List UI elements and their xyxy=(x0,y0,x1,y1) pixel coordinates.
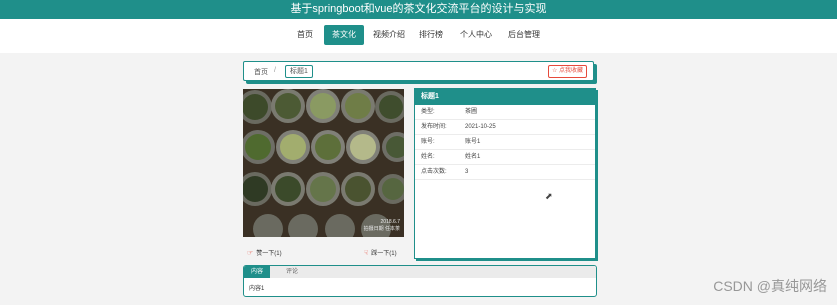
tea-tins-photo xyxy=(243,89,404,237)
tab-content[interactable]: 内容 xyxy=(244,266,271,278)
vote-bar: ☞ 赞一下(1) ☟ 踩一下(1) xyxy=(243,245,404,259)
breadcrumb-home[interactable]: 首页 xyxy=(254,67,268,77)
detail-panel: 标题1 类型: 茶圃 发布时间: 2021-10-25 账号: 账号1 姓名: 姓名1 … xyxy=(414,88,596,259)
main-nav: 首页 茶文化 视频介绍 排行榜 个人中心 后台管理 xyxy=(0,25,837,47)
detail-row-name: 姓名: 姓名1 xyxy=(415,150,595,165)
detail-row-type: 类型: 茶圃 xyxy=(415,105,595,120)
nav-item-home[interactable]: 首页 xyxy=(290,25,320,45)
image-caption: 2018.6.7 拍摄日期 任本茶 xyxy=(364,219,400,233)
detail-row-date: 发布时间: 2021-10-25 xyxy=(415,120,595,135)
nav-item-admin[interactable]: 后台管理 xyxy=(503,25,545,45)
like-label: 赞一下(1) xyxy=(256,251,282,257)
detail-row-account: 账号: 账号1 xyxy=(415,135,595,150)
detail-key: 发布时间: xyxy=(421,124,447,130)
detail-key: 姓名: xyxy=(421,154,435,160)
detail-key: 点击次数: xyxy=(421,169,447,175)
site-header-title: 基于springboot和vue的茶文化交流平台的设计与实现 xyxy=(0,0,837,19)
mouse-cursor-icon: ⬈ xyxy=(545,191,553,201)
nav-item-personal-center[interactable]: 个人中心 xyxy=(455,25,497,45)
breadcrumb-separator: / xyxy=(274,67,276,74)
nav-item-videos[interactable]: 视频介绍 xyxy=(369,25,409,45)
detail-title: 标题1 xyxy=(415,89,595,105)
image-caption-date: 2018.6.7 xyxy=(380,219,400,225)
detail-key: 账号: xyxy=(421,139,435,145)
detail-value: 3 xyxy=(465,169,469,175)
tab-comments[interactable]: 评论 xyxy=(279,266,305,278)
tab-content-text: 内容1 xyxy=(249,286,265,292)
detail-key: 类型: xyxy=(421,109,435,115)
content-tabs: 内容 评论 内容1 xyxy=(243,265,597,297)
csdn-watermark: CSDN @真纯网络 xyxy=(713,278,827,294)
favorite-button[interactable]: ☆ 点我收藏 xyxy=(547,65,587,78)
detail-value: 账号1 xyxy=(465,139,481,145)
breadcrumb: 首页 / 标题1 ☆ 点我收藏 xyxy=(243,61,594,81)
detail-value: 2021-10-25 xyxy=(465,124,496,130)
dislike-label: 踩一下(1) xyxy=(371,251,397,257)
thumb-down-icon: ☟ xyxy=(364,250,369,257)
thumb-up-icon: ☞ xyxy=(247,250,254,257)
detail-value: 姓名1 xyxy=(465,154,481,160)
image-caption-text: 拍摄日期 任本茶 xyxy=(363,226,400,232)
detail-value: 茶圃 xyxy=(465,109,478,115)
nav-item-ranking[interactable]: 排行榜 xyxy=(414,25,448,45)
like-button[interactable]: ☞ 赞一下(1) xyxy=(247,248,282,257)
nav-item-tea-culture[interactable]: 茶文化 xyxy=(324,25,364,45)
dislike-button[interactable]: ☟ 踩一下(1) xyxy=(364,248,397,257)
breadcrumb-current: 标题1 xyxy=(285,65,313,78)
article-image: 2018.6.7 拍摄日期 任本茶 xyxy=(243,89,404,237)
detail-row-clicks: 点击次数: 3 xyxy=(415,165,595,180)
